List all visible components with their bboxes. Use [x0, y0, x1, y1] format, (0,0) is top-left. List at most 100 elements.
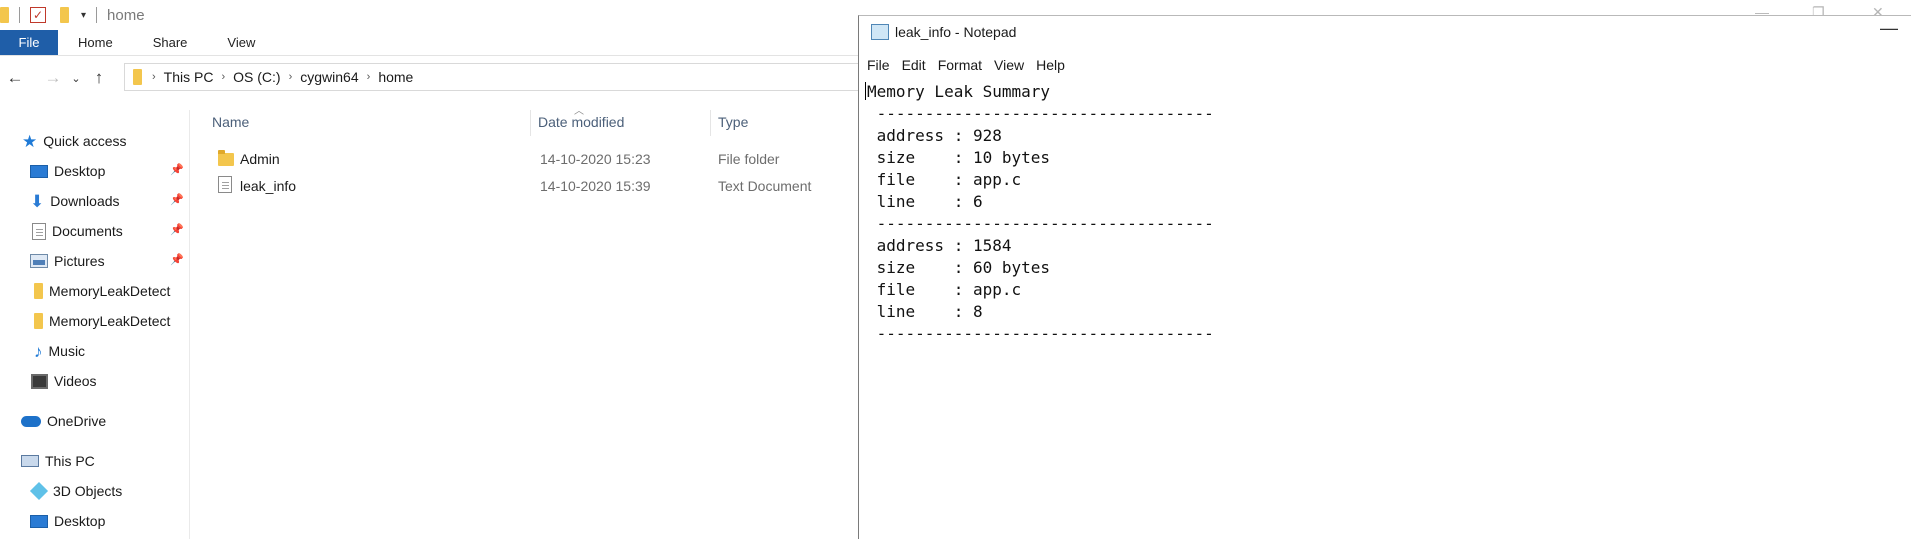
- nav-item-memoryleakdetect-1[interactable]: MemoryLeakDetect: [34, 280, 170, 302]
- up-arrow-icon[interactable]: ↑: [86, 68, 112, 88]
- nav-item-3d-objects[interactable]: 3D Objects: [29, 480, 123, 502]
- folder-icon: [218, 150, 234, 166]
- tab-share[interactable]: Share: [133, 30, 208, 55]
- pin-icon[interactable]: 📌: [170, 253, 184, 266]
- toolbar-divider: [19, 7, 20, 23]
- documents-icon: [32, 222, 46, 240]
- notepad-title-bar[interactable]: leak_info - Notepad —: [859, 16, 1911, 48]
- text-line: address : 1584: [867, 236, 1012, 255]
- text-line: Memory Leak Summary: [867, 82, 1051, 101]
- back-arrow-icon[interactable]: ←: [2, 68, 28, 88]
- pin-icon[interactable]: 📌: [170, 223, 184, 236]
- quick-access-toolbar: ✓ ▾ home: [0, 0, 860, 30]
- tab-home[interactable]: Home: [58, 30, 133, 55]
- nav-label: MemoryLeakDetect: [49, 313, 171, 329]
- file-list-header: ︿ Name Date modified Type: [210, 106, 860, 136]
- navigation-pane: ★ Quick access Desktop 📌 ⬇ Downloads 📌 D…: [0, 110, 190, 539]
- nav-label: OneDrive: [47, 413, 107, 429]
- file-row[interactable]: leak_info 14-10-2020 15:39 Text Document: [210, 174, 860, 198]
- folder-icon: [133, 69, 142, 85]
- menu-format[interactable]: Format: [938, 57, 982, 73]
- breadcrumb-cygwin64[interactable]: cygwin64: [300, 69, 358, 85]
- nav-item-pc-desktop[interactable]: Desktop: [30, 510, 105, 532]
- forward-arrow-icon[interactable]: →: [40, 68, 66, 88]
- nav-item-desktop[interactable]: Desktop: [30, 160, 105, 182]
- text-line: line : 6: [867, 192, 983, 211]
- address-row: ← → ⌄ ↑ › This PC › OS (C:) › cygwin64 ›…: [0, 62, 864, 94]
- folder-icon: [0, 7, 9, 23]
- notepad-window: leak_info - Notepad — File Edit Format V…: [858, 15, 1911, 539]
- text-line: file : app.c: [867, 170, 1022, 189]
- notepad-text-area[interactable]: Memory Leak Summary --------------------…: [859, 78, 1911, 538]
- chevron-right-icon[interactable]: ›: [221, 71, 225, 83]
- text-line: address : 928: [867, 126, 1002, 145]
- nav-label: Music: [48, 343, 86, 359]
- column-header-name[interactable]: Name: [212, 114, 249, 130]
- text-file-icon: [218, 176, 232, 193]
- notepad-app-icon: [871, 24, 889, 40]
- window-title: home: [107, 6, 145, 24]
- music-note-icon: ♪: [34, 341, 43, 361]
- notepad-title: leak_info - Notepad: [895, 24, 1017, 40]
- column-divider[interactable]: [530, 110, 531, 136]
- chevron-right-icon[interactable]: ›: [289, 71, 293, 83]
- nav-item-music[interactable]: ♪ Music: [34, 340, 85, 362]
- chevron-right-icon[interactable]: ›: [367, 71, 371, 83]
- breadcrumb-home[interactable]: home: [378, 69, 413, 85]
- properties-checkmark-icon[interactable]: ✓: [30, 7, 46, 23]
- nav-item-pictures[interactable]: Pictures: [30, 250, 105, 272]
- text-line: size : 60 bytes: [867, 258, 1051, 277]
- file-date-modified: 14-10-2020 15:39: [540, 178, 651, 194]
- text-line: -----------------------------------: [867, 214, 1214, 233]
- desktop-icon: [30, 164, 48, 178]
- text-line: line : 8: [867, 302, 983, 321]
- tab-view[interactable]: View: [207, 30, 275, 55]
- column-divider[interactable]: [710, 110, 711, 136]
- onedrive-cloud-icon: [21, 415, 41, 427]
- nav-onedrive[interactable]: OneDrive: [21, 410, 106, 432]
- nav-this-pc[interactable]: This PC: [21, 450, 95, 472]
- nav-label: Documents: [52, 223, 123, 239]
- menu-edit[interactable]: Edit: [902, 57, 926, 73]
- nav-label: 3D Objects: [53, 483, 123, 499]
- nav-item-downloads[interactable]: ⬇ Downloads: [30, 190, 120, 212]
- address-bar[interactable]: › This PC › OS (C:) › cygwin64 › home: [124, 63, 864, 91]
- file-type: Text Document: [718, 178, 812, 194]
- nav-label: Videos: [54, 373, 97, 389]
- pin-icon[interactable]: 📌: [170, 193, 184, 206]
- nav-item-documents[interactable]: Documents: [32, 220, 123, 242]
- new-folder-icon[interactable]: [60, 7, 69, 23]
- file-name: leak_info: [240, 178, 297, 194]
- video-film-icon: [31, 373, 48, 389]
- text-line: -----------------------------------: [867, 104, 1214, 123]
- pin-icon[interactable]: 📌: [170, 163, 184, 176]
- file-row[interactable]: Admin 14-10-2020 15:23 File folder: [210, 147, 860, 171]
- nav-item-memoryleakdetect-2[interactable]: MemoryLeakDetect: [34, 310, 170, 332]
- nav-label: Downloads: [50, 193, 120, 209]
- nav-quick-access[interactable]: ★ Quick access: [22, 130, 127, 152]
- desktop-icon: [30, 514, 48, 528]
- nav-label: This PC: [45, 453, 95, 469]
- nav-item-videos[interactable]: Videos: [31, 370, 97, 392]
- menu-help[interactable]: Help: [1036, 57, 1065, 73]
- text-line: size : 10 bytes: [867, 148, 1051, 167]
- breadcrumb-this-pc[interactable]: This PC: [164, 69, 214, 85]
- minimize-icon[interactable]: —: [1880, 18, 1898, 39]
- menu-file[interactable]: File: [867, 57, 890, 73]
- nav-label: Pictures: [54, 253, 105, 269]
- star-icon: ★: [22, 131, 38, 151]
- recent-locations-chevron-icon[interactable]: ⌄: [66, 72, 86, 85]
- text-caret: [865, 82, 866, 100]
- customize-toolbar-chevron-icon[interactable]: ▾: [81, 10, 86, 21]
- folder-icon: [34, 283, 43, 299]
- nav-label: Desktop: [54, 163, 106, 179]
- chevron-right-icon[interactable]: ›: [152, 71, 156, 83]
- column-header-date-modified[interactable]: Date modified: [538, 114, 624, 130]
- nav-label: Desktop: [54, 513, 106, 529]
- menu-view[interactable]: View: [994, 57, 1024, 73]
- tab-file[interactable]: File: [0, 30, 58, 55]
- file-name: Admin: [240, 151, 280, 167]
- column-header-type[interactable]: Type: [718, 114, 748, 130]
- pictures-icon: [30, 254, 48, 268]
- breadcrumb-os-c[interactable]: OS (C:): [233, 69, 280, 85]
